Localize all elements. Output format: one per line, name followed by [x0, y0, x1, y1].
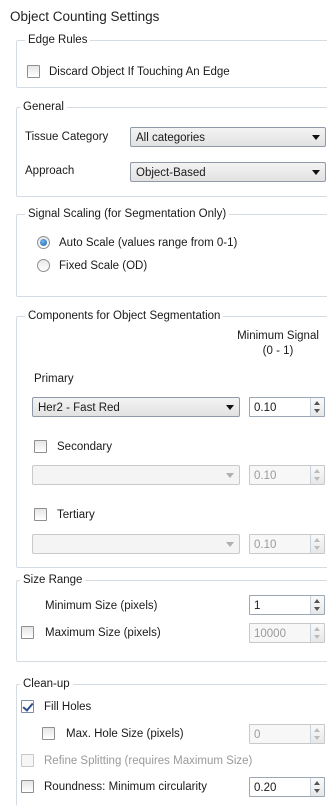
discard-edge-checkbox[interactable] — [27, 65, 40, 78]
auto-scale-radio[interactable] — [37, 236, 50, 249]
primary-component-select[interactable]: Her2 - Fast Red — [32, 397, 240, 417]
max-hole-size-label: Max. Hole Size (pixels) — [66, 728, 184, 740]
components-group-label: Components for Object Segmentation — [25, 310, 224, 323]
cleanup-group-label: Clean-up — [20, 678, 73, 691]
min-signal-range: (0 - 1) — [262, 345, 294, 357]
down-arrow-icon — [314, 546, 320, 550]
min-size-label: Minimum Size (pixels) — [45, 600, 158, 612]
roundness-checkbox[interactable] — [21, 780, 34, 793]
down-arrow-icon — [314, 607, 320, 611]
max-hole-size-value: 0 — [254, 729, 261, 741]
tissue-category-select[interactable]: All categories — [130, 127, 326, 147]
roundness-stepper[interactable]: 0.20 — [249, 777, 325, 797]
spin-buttons[interactable] — [310, 596, 324, 614]
min-size-value: 1 — [254, 600, 261, 612]
primary-label: Primary — [34, 373, 74, 385]
down-arrow-icon — [314, 789, 320, 793]
refine-splitting-label: Refine Splitting (requires Maximum Size) — [44, 755, 253, 767]
discard-edge-label: Discard Object If Touching An Edge — [49, 66, 230, 78]
primary-component-value: Her2 - Fast Red — [38, 402, 120, 414]
tertiary-min-signal-value: 0.10 — [254, 539, 277, 551]
primary-min-signal-value: 0.10 — [254, 402, 277, 414]
edge-rules-group: Edge Rules Discard Object If Touching An… — [16, 34, 327, 88]
spin-buttons[interactable] — [310, 398, 324, 416]
tissue-category-label: Tissue Category — [25, 131, 109, 143]
min-signal-header: Minimum Signal — [237, 330, 319, 342]
edge-rules-group-label: Edge Rules — [25, 34, 91, 47]
chevron-down-icon — [226, 473, 234, 478]
panel-title: Object Counting Settings — [10, 9, 160, 24]
secondary-min-signal-value: 0.10 — [254, 470, 277, 482]
primary-min-signal-stepper[interactable]: 0.10 — [249, 397, 325, 417]
spin-buttons[interactable] — [310, 466, 324, 484]
up-arrow-icon — [314, 781, 320, 785]
up-arrow-icon — [314, 728, 320, 732]
max-size-checkbox[interactable] — [21, 626, 34, 639]
up-arrow-icon — [314, 599, 320, 603]
general-group: General Tissue Category All categories A… — [16, 101, 327, 197]
max-size-label: Maximum Size (pixels) — [45, 627, 161, 639]
signal-scaling-group-label: Signal Scaling (for Segmentation Only) — [25, 208, 230, 221]
approach-label: Approach — [25, 165, 75, 177]
refine-splitting-checkbox[interactable] — [21, 754, 34, 767]
secondary-label: Secondary — [57, 441, 112, 453]
tertiary-checkbox[interactable] — [34, 508, 47, 521]
auto-scale-label: Auto Scale (values range from 0-1) — [59, 237, 238, 249]
spin-buttons[interactable] — [310, 624, 324, 642]
signal-scaling-group: Signal Scaling (for Segmentation Only) A… — [16, 208, 327, 297]
cleanup-group: Clean-up Fill Holes Max. Hole Size (pixe… — [16, 678, 327, 806]
chevron-down-icon — [226, 405, 234, 410]
up-arrow-icon — [314, 469, 320, 473]
general-group-label: General — [20, 101, 67, 114]
spin-buttons[interactable] — [310, 535, 324, 553]
min-size-stepper[interactable]: 1 — [249, 595, 325, 615]
max-size-value: 10000 — [254, 628, 286, 640]
down-arrow-icon — [314, 736, 320, 740]
fixed-scale-label: Fixed Scale (OD) — [59, 260, 148, 272]
roundness-label: Roundness: Minimum circularity — [44, 781, 207, 793]
chevron-down-icon — [312, 135, 320, 140]
fill-holes-checkbox[interactable] — [21, 700, 34, 713]
max-size-stepper[interactable]: 10000 — [249, 623, 325, 643]
approach-value: Object-Based — [136, 167, 206, 179]
max-hole-size-checkbox[interactable] — [42, 727, 55, 740]
spin-buttons[interactable] — [310, 778, 324, 796]
fill-holes-label: Fill Holes — [44, 701, 92, 713]
components-group: Components for Object Segmentation Minim… — [16, 310, 327, 568]
fixed-scale-radio[interactable] — [37, 259, 50, 272]
down-arrow-icon — [314, 477, 320, 481]
up-arrow-icon — [314, 401, 320, 405]
down-arrow-icon — [314, 409, 320, 413]
roundness-value: 0.20 — [254, 782, 277, 794]
tissue-category-value: All categories — [136, 132, 206, 144]
secondary-component-select[interactable] — [32, 465, 240, 485]
secondary-min-signal-stepper[interactable]: 0.10 — [249, 465, 325, 485]
secondary-checkbox[interactable] — [34, 440, 47, 453]
spin-buttons[interactable] — [310, 725, 324, 743]
tertiary-label: Tertiary — [57, 509, 95, 521]
approach-select[interactable]: Object-Based — [130, 162, 326, 182]
up-arrow-icon — [314, 538, 320, 542]
up-arrow-icon — [314, 627, 320, 631]
down-arrow-icon — [314, 635, 320, 639]
tertiary-min-signal-stepper[interactable]: 0.10 — [249, 534, 325, 554]
tertiary-component-select[interactable] — [32, 534, 240, 554]
chevron-down-icon — [226, 542, 234, 547]
size-range-group: Size Range Minimum Size (pixels) 1 Maxim… — [16, 574, 327, 662]
chevron-down-icon — [312, 170, 320, 175]
size-range-group-label: Size Range — [20, 574, 86, 587]
max-hole-size-stepper[interactable]: 0 — [249, 724, 325, 744]
